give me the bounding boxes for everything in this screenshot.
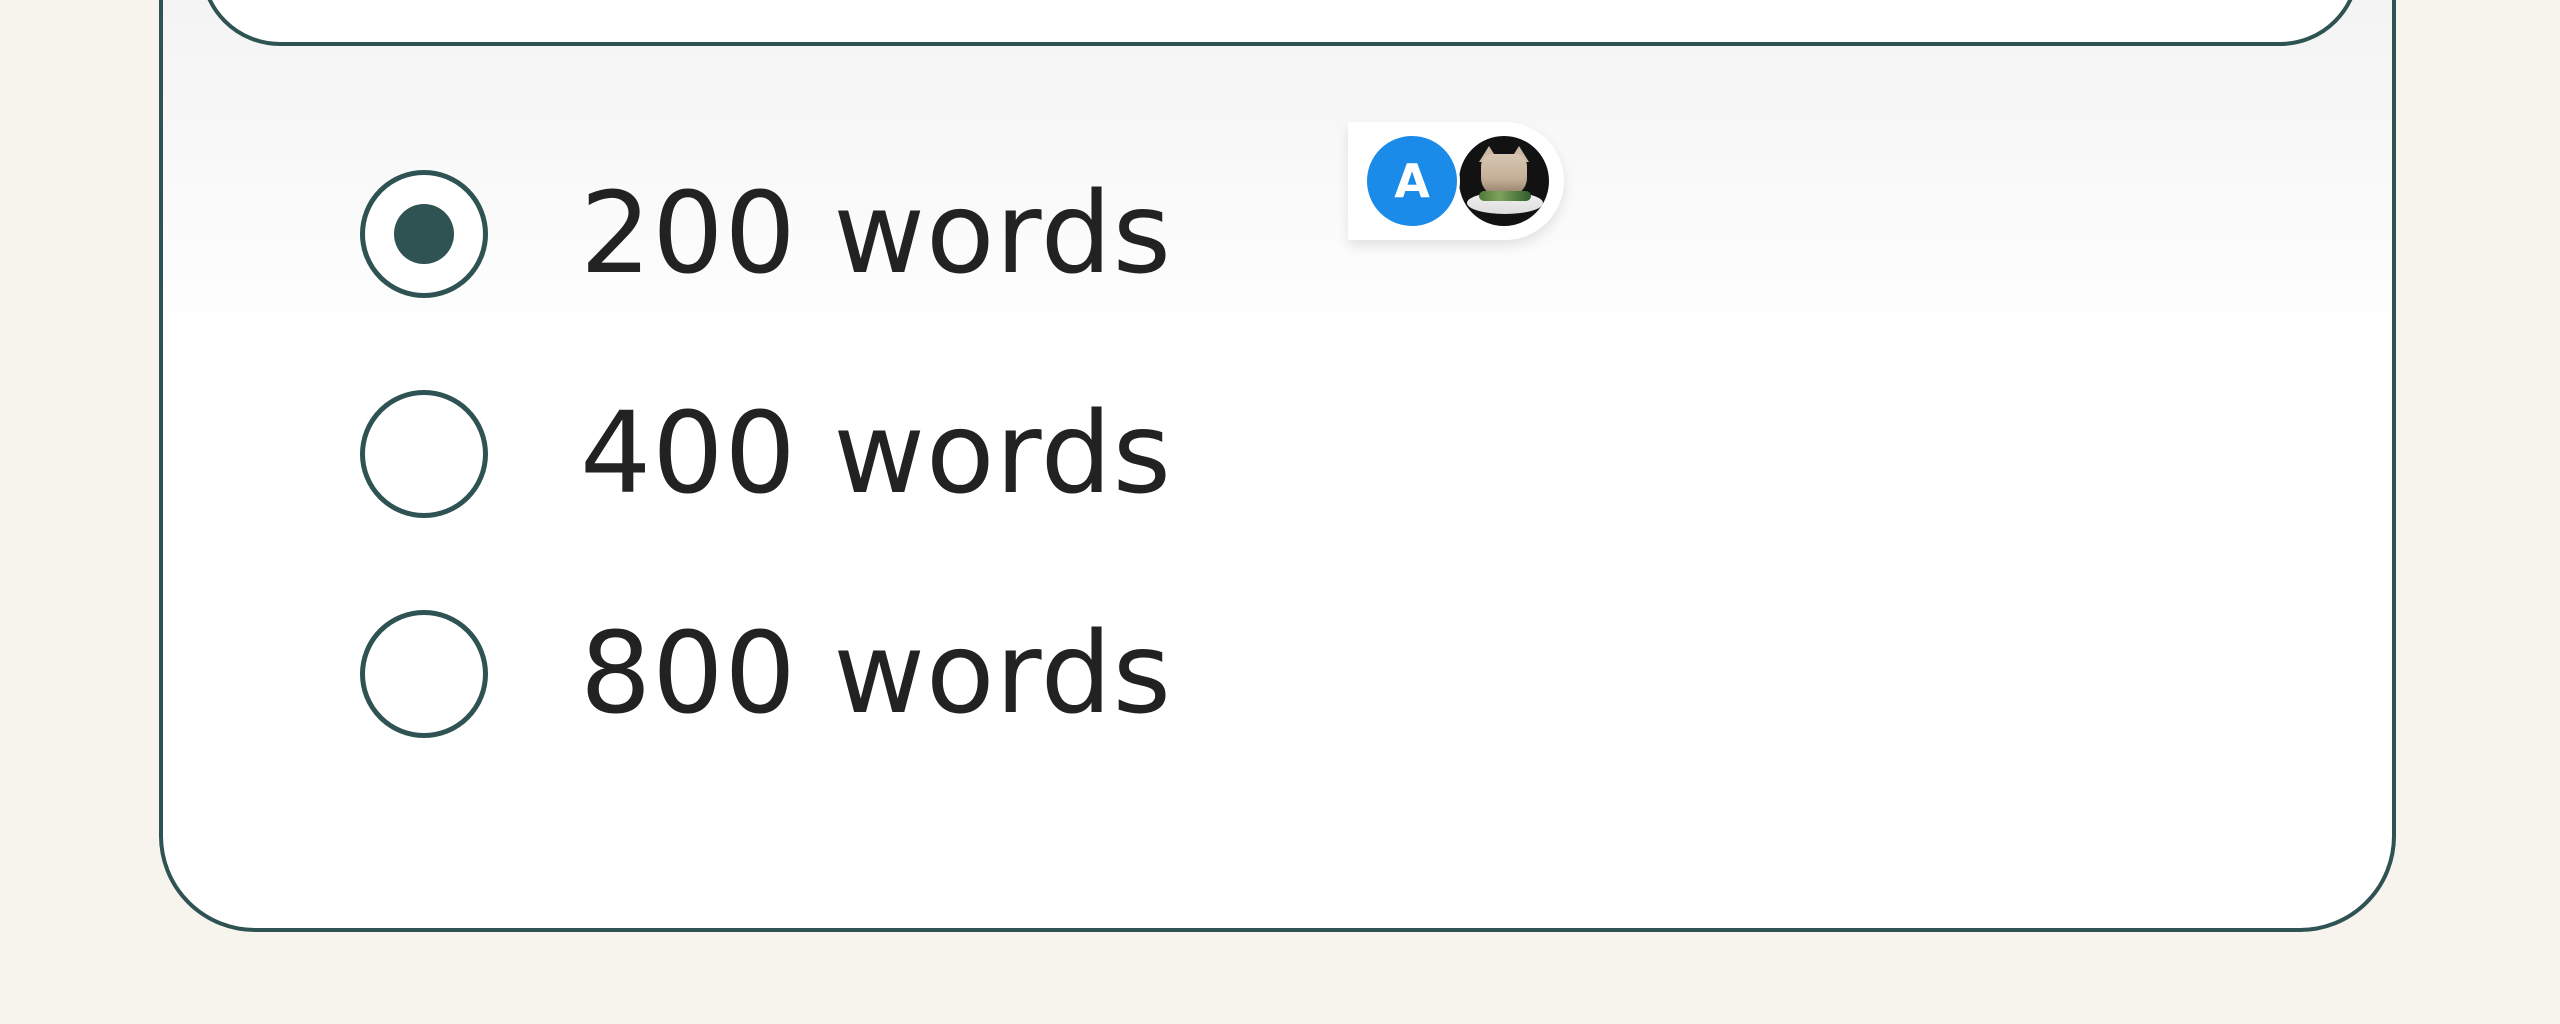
radio-button-selected[interactable] [360, 170, 488, 298]
cat-photo-icon [1481, 154, 1527, 196]
radio-option-label: 200 words [580, 169, 1173, 299]
avatar[interactable]: A [1364, 133, 1460, 229]
radio-option-400-words[interactable]: 400 words [360, 390, 1172, 518]
collaborator-avatars[interactable]: A [1348, 122, 1564, 240]
radio-button[interactable] [360, 610, 488, 738]
radio-option-200-words[interactable]: 200 words [360, 170, 1172, 298]
food-icon [1479, 191, 1531, 201]
radio-option-label: 800 words [580, 609, 1173, 739]
avatar-photo[interactable] [1456, 133, 1552, 229]
radio-button[interactable] [360, 390, 488, 518]
word-count-radio-group: 200 words 400 words 800 words [360, 170, 1172, 830]
top-card [200, 0, 2360, 46]
radio-option-800-words[interactable]: 800 words [360, 610, 1172, 738]
avatar-initial: A [1394, 154, 1430, 208]
radio-option-label: 400 words [580, 389, 1173, 519]
